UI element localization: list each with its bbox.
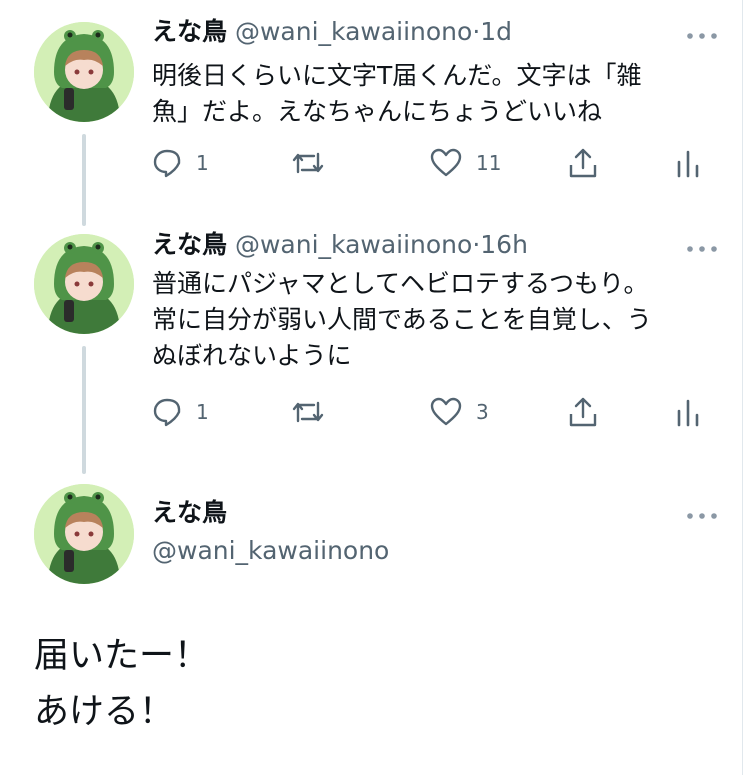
tweet-text: 普通にパジャマとしてヘビロテするつもり。 常に自分が弱い人間であることを自覚し、…	[152, 266, 722, 374]
like-button[interactable]: 11	[430, 146, 501, 180]
analytics-button[interactable]	[676, 146, 700, 180]
analytics-button[interactable]	[676, 395, 700, 429]
tweet-actions: 1 3	[152, 395, 712, 429]
retweet-icon	[292, 401, 324, 423]
retweet-button[interactable]	[290, 146, 340, 180]
reply-button[interactable]: 1	[152, 146, 209, 180]
tweet-text-line: あける！	[34, 692, 175, 732]
tweet-text: 届いたー！ あける！	[34, 628, 209, 740]
display-name[interactable]: えな鳥	[152, 17, 227, 46]
main-handle-row: @wani_kawaiinono	[152, 536, 389, 566]
like-icon	[430, 397, 462, 426]
avatar[interactable]	[34, 22, 134, 122]
like-count: 3	[476, 400, 489, 424]
tweet-text-line: 届いたー！	[34, 636, 210, 676]
main-tweet: えな鳥 @wani_kawaiinono 届いたー！ あける！	[0, 480, 740, 775]
avatar[interactable]	[34, 234, 134, 334]
share-button[interactable]	[568, 146, 598, 180]
more-icon[interactable]	[682, 506, 722, 526]
right-border	[742, 0, 743, 775]
tweet-text: 明後日くらいに文字T届くんだ。文字は「雑 魚」だよ。えなちゃんにちょうどいいね	[152, 58, 722, 130]
user-handle[interactable]: @wani_kawaiinono	[152, 536, 389, 565]
avatar[interactable]	[34, 484, 134, 584]
tweet-text-line: ぬぼれないように	[152, 341, 352, 370]
more-icon[interactable]	[682, 26, 722, 46]
display-name[interactable]: えな鳥	[152, 498, 227, 527]
tweet-text-line: 常に自分が弱い人間であることを自覚し、う	[152, 305, 652, 334]
tweet-text-line: 魚」だよ。えなちゃんにちょうどいいね	[152, 97, 603, 126]
reply-button[interactable]: 1	[152, 395, 209, 429]
tweet-text-line: 明後日くらいに文字T届くんだ。文字は「雑	[152, 61, 642, 90]
retweet-button[interactable]	[290, 395, 340, 429]
tweet-text-line: 普通にパジャマとしてヘビロテするつもり。	[152, 269, 649, 298]
reply-icon	[153, 149, 181, 178]
display-name[interactable]: えな鳥	[152, 230, 227, 259]
like-count: 11	[476, 151, 502, 175]
timestamp[interactable]: 16h	[480, 230, 528, 259]
like-icon	[430, 148, 462, 177]
reply-count: 1	[196, 400, 209, 424]
reply-icon	[153, 398, 181, 427]
tweet-header: えな鳥 @wani_kawaiinono·16h	[152, 230, 528, 260]
like-button[interactable]: 3	[430, 395, 489, 429]
tweet-actions: 1 11	[152, 146, 712, 180]
tweet-header: えな鳥	[152, 498, 227, 528]
analytics-icon	[677, 150, 699, 178]
user-handle[interactable]: @wani_kawaiinono	[235, 17, 472, 46]
retweet-icon	[292, 152, 324, 174]
share-icon	[569, 148, 597, 178]
timestamp[interactable]: 1d	[480, 17, 512, 46]
thread-tweet[interactable]: えな鳥 @wani_kawaiinono·16h 普通にパジャマとしてヘビロテす…	[0, 230, 740, 480]
tweet-header: えな鳥 @wani_kawaiinono·1d	[152, 17, 512, 47]
user-handle[interactable]: @wani_kawaiinono	[235, 230, 472, 259]
more-icon[interactable]	[682, 239, 722, 259]
share-icon	[569, 397, 597, 427]
reply-count: 1	[196, 151, 209, 175]
share-button[interactable]	[568, 395, 598, 429]
analytics-icon	[677, 399, 699, 427]
thread-tweet[interactable]: えな鳥 @wani_kawaiinono·1d 明後日くらいに文字T届くんだ。文…	[0, 0, 740, 230]
